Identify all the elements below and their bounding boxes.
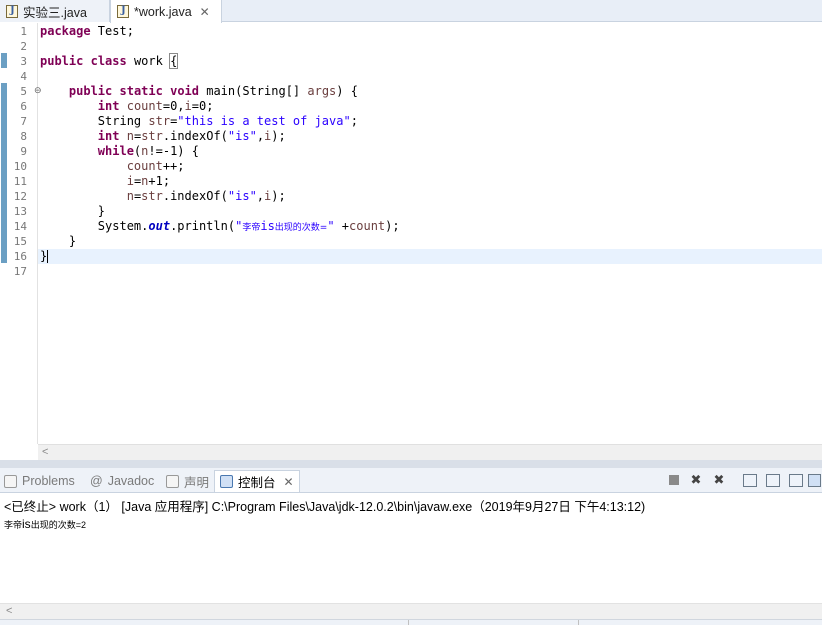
line-number: 6 [20, 100, 27, 113]
matched-bracket: { [169, 53, 179, 69]
line-number: 16 [13, 250, 27, 263]
view-divider[interactable] [0, 460, 822, 468]
line-number: 4 [20, 70, 27, 83]
tab-javadoc[interactable]: @ Javadoc [90, 471, 154, 491]
code-line: } [97, 204, 106, 218]
code-line: } [68, 234, 77, 248]
line-number: 12 [13, 190, 27, 203]
remove-all-button[interactable]: ✖ [711, 472, 727, 488]
line-number: 14 [13, 220, 27, 233]
view-tab-bar: Problems @ Javadoc 声明 控制台 ✕ ✖ ✖ [0, 468, 822, 493]
tab-console[interactable]: 控制台 ✕ [214, 470, 300, 492]
scroll-left-icon[interactable]: < [42, 446, 48, 458]
line-number: 9 [20, 145, 27, 158]
code-line: package Test; [40, 24, 134, 38]
code-line: public class work { [40, 53, 179, 69]
line-number: 17 [13, 265, 27, 278]
at-icon: @ [90, 474, 103, 488]
pin-console-button[interactable] [806, 472, 822, 488]
line-number: 1 [20, 25, 27, 38]
clear-console-icon [743, 473, 757, 487]
line-number: 8 [20, 130, 27, 143]
tab-declaration[interactable]: 声明 [166, 471, 209, 491]
code-line: i=n+1; [126, 174, 171, 188]
tab-work-java[interactable]: *work.java ✕ [110, 0, 222, 23]
code-line: n=str.indexOf("is",i); [126, 189, 286, 203]
console-horizontal-scrollbar[interactable]: < [0, 603, 822, 619]
scroll-lock-button[interactable] [765, 472, 781, 488]
code-line: count++; [126, 159, 185, 173]
word-wrap-button[interactable] [788, 472, 804, 488]
status-divider [408, 620, 409, 625]
terminate-button[interactable] [666, 472, 682, 488]
line-number-gutter: 1 2 3 4 5 ⊖ 6 7 8 9 10 11 12 13 14 15 16… [7, 23, 42, 444]
code-line: } [40, 249, 49, 263]
status-bar [0, 619, 822, 625]
code-editor[interactable]: 1 2 3 4 5 ⊖ 6 7 8 9 10 11 12 13 14 15 16… [0, 23, 822, 444]
problems-icon [4, 474, 17, 488]
line-number: 10 [13, 160, 27, 173]
line-number: 2 [20, 40, 27, 53]
current-line-highlight [38, 249, 822, 264]
tab-problems[interactable]: Problems [4, 471, 75, 491]
close-icon[interactable]: ✕ [284, 475, 294, 489]
status-divider [578, 620, 579, 625]
java-file-icon [117, 5, 129, 18]
line-number: 3 [20, 55, 27, 68]
editor-horizontal-scrollbar[interactable]: < [38, 444, 822, 460]
scroll-lock-icon [766, 473, 780, 487]
tab-label: *work.java [134, 4, 192, 19]
code-line: int count=0,i=0; [97, 99, 214, 113]
line-number: 13 [13, 205, 27, 218]
remove-launch-button[interactable]: ✖ [688, 472, 704, 488]
code-line: while(n!=-1) { [97, 144, 199, 158]
console-status: <已终止> work（1） [Java 应用程序] C:\Program Fil… [4, 500, 646, 514]
line-number: 15 [13, 235, 27, 248]
console-icon [220, 475, 233, 488]
clear-console-button[interactable] [742, 472, 758, 488]
java-file-icon [6, 4, 18, 18]
line-number: 5 [20, 85, 27, 98]
tab-label: 实验三.java [23, 5, 87, 20]
console-output[interactable]: 李帝is出现的次数=2 [4, 517, 86, 531]
remove-all-icon: ✖ [713, 472, 725, 487]
word-wrap-icon [789, 473, 803, 487]
tab-shiyansan-java[interactable]: 实验三.java [0, 0, 110, 22]
code-line: System.out.println("李帝is出现的次数=" +count); [97, 219, 400, 233]
code-line: int n=str.indexOf("is",i); [97, 129, 286, 143]
text-caret [47, 250, 49, 263]
close-icon[interactable]: ✕ [200, 5, 210, 19]
code-text-area[interactable]: package Test; public class work { public… [38, 23, 822, 444]
pin-console-icon [807, 473, 821, 487]
line-number: 7 [20, 115, 27, 128]
code-line: String str="this is a test of java"; [97, 114, 358, 128]
scroll-left-icon[interactable]: < [6, 605, 12, 617]
code-line: public static void main(String[] args) { [68, 84, 358, 98]
line-number: 11 [13, 175, 27, 188]
stop-icon [669, 475, 679, 485]
editor-tab-bar: 实验三.java *work.java ✕ [0, 0, 822, 23]
declaration-icon [166, 474, 179, 488]
remove-icon: ✖ [690, 472, 702, 487]
